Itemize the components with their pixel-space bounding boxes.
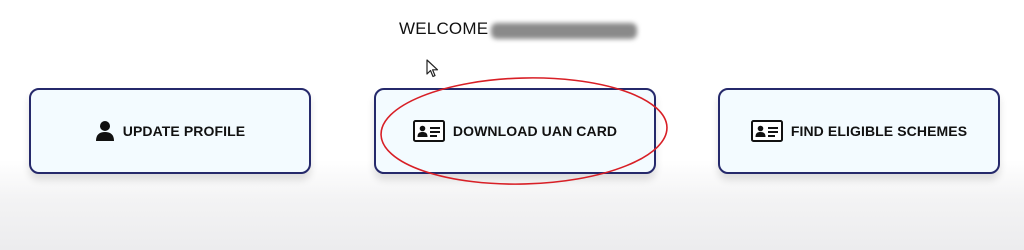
id-card-icon xyxy=(750,120,783,142)
download-uan-card-label: DOWNLOAD UAN CARD xyxy=(452,123,618,139)
id-card-icon xyxy=(412,120,445,142)
user-icon xyxy=(95,120,115,142)
redacted-username xyxy=(491,23,638,39)
welcome-header: WELCOME xyxy=(399,18,638,40)
welcome-label: WELCOME xyxy=(399,19,489,38)
mouse-cursor-icon xyxy=(426,59,440,79)
find-eligible-schemes-button[interactable]: FIND ELIGIBLE SCHEMES xyxy=(718,88,1000,174)
find-eligible-schemes-label: FIND ELIGIBLE SCHEMES xyxy=(790,123,968,139)
download-uan-card-button[interactable]: DOWNLOAD UAN CARD xyxy=(374,88,656,174)
update-profile-button[interactable]: UPDATE PROFILE xyxy=(29,88,311,174)
update-profile-label: UPDATE PROFILE xyxy=(122,123,246,139)
